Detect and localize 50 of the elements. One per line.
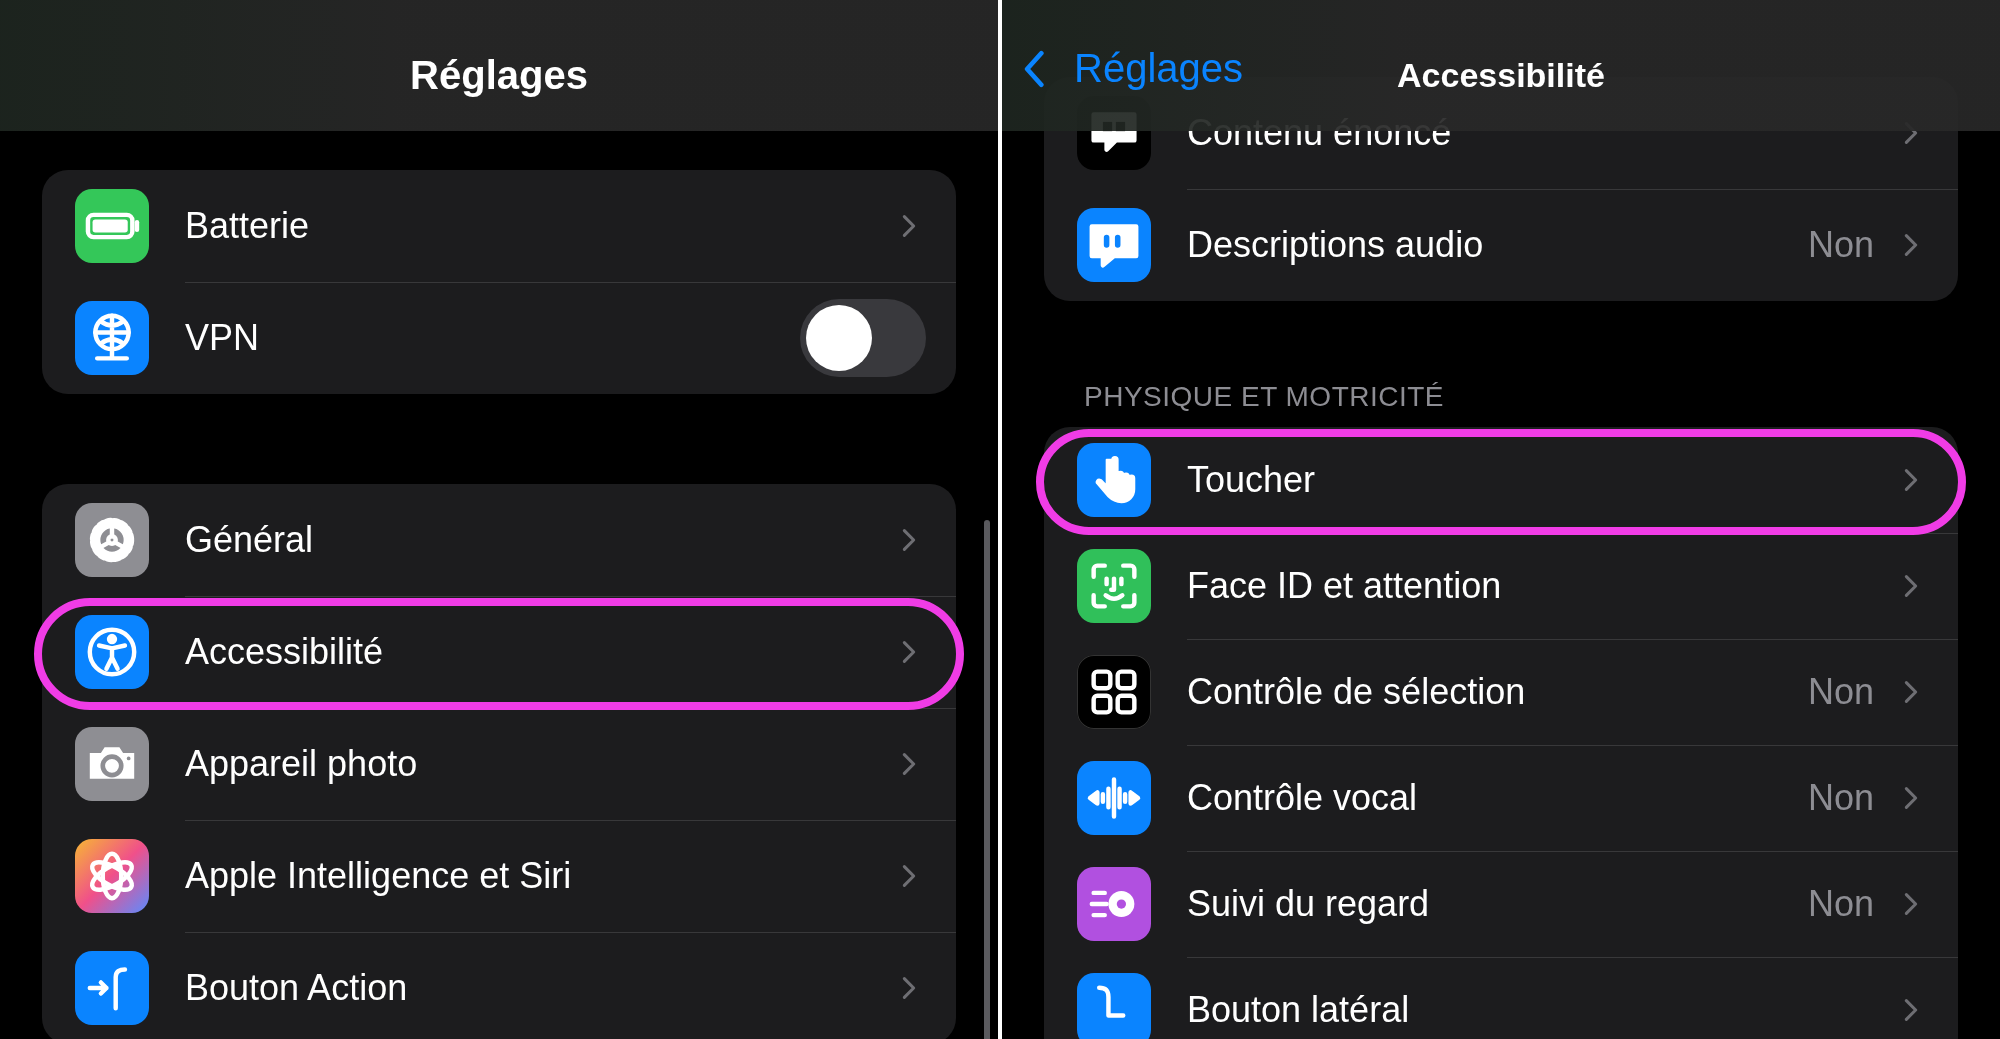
row-label[interactable]: Appareil photo [185, 742, 902, 785]
battery-icon [75, 189, 149, 263]
back-button[interactable]: Réglages [1024, 46, 1243, 91]
row-label[interactable]: Face ID et attention [1187, 564, 1904, 607]
hand-pointer-icon [1077, 443, 1151, 517]
row-label[interactable]: Bouton latéral [1187, 989, 1904, 1031]
chevron-icon [902, 976, 916, 1000]
chevron-icon [902, 639, 916, 664]
row-label[interactable]: Descriptions audio [1187, 224, 1808, 266]
grid-icon [1077, 655, 1151, 729]
quote-bubble-icon [1077, 208, 1151, 282]
row-label[interactable]: Contrôle vocal [1187, 776, 1808, 819]
waveform-icon [1077, 761, 1151, 835]
chevron-icon [1904, 998, 1918, 1022]
row-value: Non [1807, 224, 1874, 266]
chevron-icon [1904, 233, 1918, 257]
row-label[interactable]: Accessibilité [185, 630, 902, 673]
side-button-icon [1077, 973, 1151, 1039]
chevron-icon [1904, 891, 1918, 916]
eye-tracking-icon [1077, 867, 1151, 941]
action-button-icon [75, 951, 149, 1025]
chevron-icon [1904, 573, 1918, 598]
row-label[interactable]: Contrôle de sélection [1187, 670, 1808, 713]
chevron-icon [902, 527, 916, 552]
section-header: PHYSIQUE ET MOTRICITÉ [1084, 381, 1446, 413]
globe-icon [75, 301, 149, 375]
back-chevron-icon [1024, 48, 1046, 89]
row-label[interactable]: Bouton Action [185, 967, 902, 1009]
row-label[interactable]: Contenu énoncé [1187, 111, 1904, 154]
camera-icon [75, 727, 149, 801]
flower-icon [75, 839, 149, 913]
chevron-icon [1904, 785, 1918, 810]
row-label[interactable]: Général [185, 518, 902, 561]
face-icon [1077, 549, 1151, 623]
chevron-icon [902, 751, 916, 776]
row-label[interactable]: Suivi du regard [1187, 882, 1808, 925]
accessibility-icon [75, 615, 149, 689]
chevron-icon [1904, 679, 1918, 704]
screen-title: Accessibilité [1397, 55, 1605, 95]
chevron-icon [902, 213, 916, 238]
row-label[interactable]: Apple Intelligence et Siri [185, 854, 902, 897]
row-label[interactable]: Batterie [185, 204, 902, 247]
screen-title: Réglages [410, 52, 588, 98]
chevron-icon [902, 863, 916, 888]
row-value: Non [1807, 776, 1874, 819]
row-label[interactable]: VPN [185, 317, 800, 359]
chevron-icon [1904, 467, 1918, 492]
row-value: Non [1807, 670, 1874, 713]
row-label[interactable]: Toucher [1187, 458, 1904, 501]
row-value: Non [1807, 882, 1874, 925]
